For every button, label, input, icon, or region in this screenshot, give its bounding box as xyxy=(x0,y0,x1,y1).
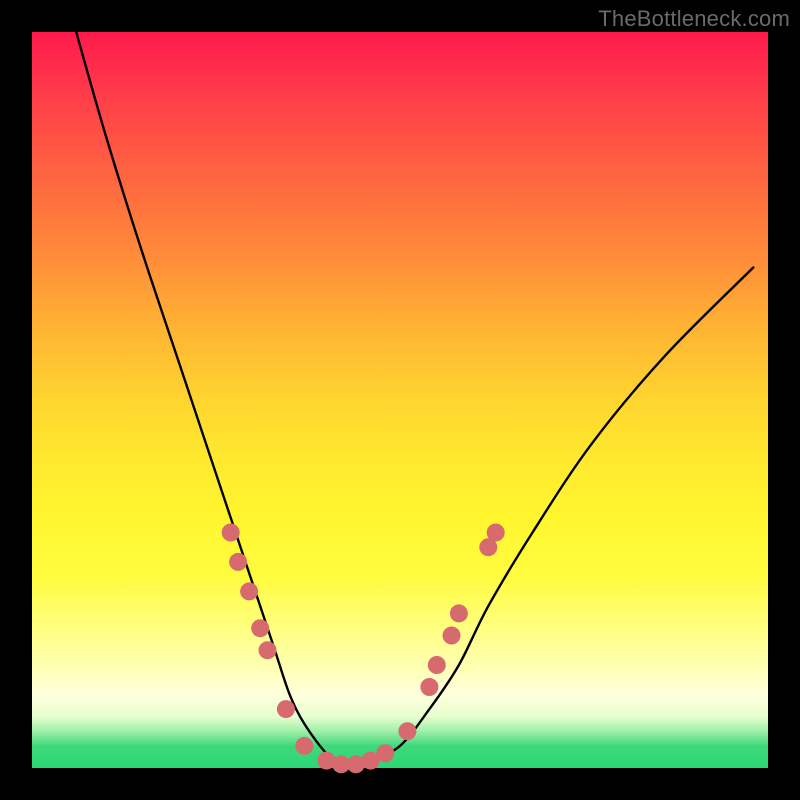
data-point xyxy=(450,604,468,622)
bottleneck-curve xyxy=(76,32,753,768)
data-point xyxy=(229,553,247,571)
data-point xyxy=(222,524,240,542)
curve-layer xyxy=(32,32,768,768)
data-point xyxy=(376,744,394,762)
data-point xyxy=(259,641,277,659)
data-point xyxy=(443,627,461,645)
data-point xyxy=(277,700,295,718)
watermark-text: TheBottleneck.com xyxy=(598,6,790,32)
data-point xyxy=(251,619,269,637)
plot-area xyxy=(32,32,768,768)
marker-group xyxy=(222,524,505,774)
data-point xyxy=(487,524,505,542)
data-point xyxy=(240,582,258,600)
data-point xyxy=(295,737,313,755)
data-point xyxy=(428,656,446,674)
data-point xyxy=(420,678,438,696)
data-point xyxy=(398,722,416,740)
chart-frame: TheBottleneck.com xyxy=(0,0,800,800)
